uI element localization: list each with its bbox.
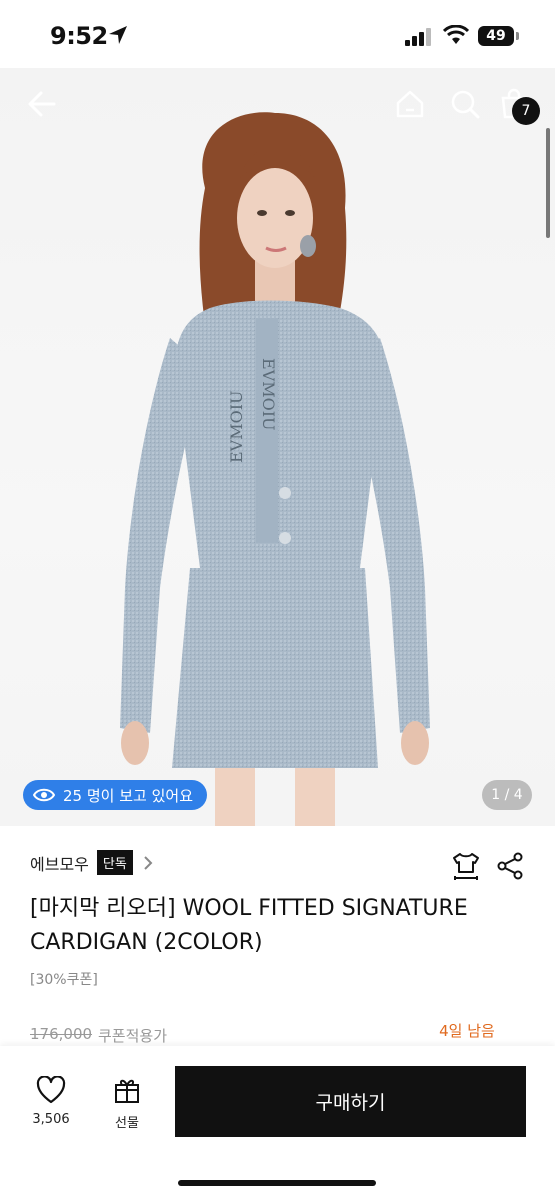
viewers-text: 25 명이 보고 있어요 xyxy=(63,786,193,805)
cart-count-badge: 7 xyxy=(512,97,540,125)
coupon-price-label: 쿠폰적용가 xyxy=(98,1027,168,1045)
brand-link[interactable]: 에브모우 단독 xyxy=(30,850,153,875)
exclusive-badge: 단독 xyxy=(96,850,133,875)
days-left-tab[interactable]: 4일 남음 xyxy=(408,1020,526,1049)
status-time: 9:52 xyxy=(50,22,108,50)
status-bar: 9:52 49 xyxy=(0,0,555,68)
battery-level: 49 xyxy=(478,26,514,46)
svg-text:EVMOIU: EVMOIU xyxy=(227,390,246,463)
model-photo: EVMOIU EVMOIU xyxy=(120,112,430,826)
original-price: 176,000 xyxy=(30,1025,93,1043)
product-image[interactable]: EVMOIU EVMOIU xyxy=(0,68,555,826)
home-indicator[interactable] xyxy=(178,1180,376,1186)
share-icon[interactable] xyxy=(496,852,524,880)
gift-icon xyxy=(115,1079,139,1103)
svg-text:EVMOIU: EVMOIU xyxy=(259,358,278,431)
brand-name[interactable]: 에브모우 xyxy=(30,851,89,875)
viewers-count-pill: 25 명이 보고 있어요 xyxy=(23,780,207,810)
location-arrow-icon xyxy=(109,26,127,44)
image-page-indicator: 1 / 4 xyxy=(482,780,532,810)
back-arrow-icon[interactable] xyxy=(26,88,58,120)
eye-icon xyxy=(33,788,55,802)
gift-button[interactable]: 선물 xyxy=(104,1076,150,1131)
like-button[interactable]: 3,506 xyxy=(26,1075,76,1127)
coupon-label: [30%쿠폰] xyxy=(30,972,98,988)
size-guide-icon[interactable] xyxy=(450,850,482,882)
product-title: [마지막 리오더] WOOL FITTED SIGNATURE CARDIGAN… xyxy=(30,896,468,955)
scrollbar[interactable] xyxy=(546,128,550,238)
cellular-signal-icon xyxy=(405,28,431,46)
search-icon[interactable] xyxy=(449,88,481,120)
battery-tip xyxy=(516,32,519,40)
buy-button[interactable]: 구매하기 xyxy=(175,1066,526,1137)
chevron-right-icon xyxy=(144,855,153,870)
wifi-icon xyxy=(443,25,469,44)
home-icon[interactable] xyxy=(394,88,426,120)
heart-icon xyxy=(36,1075,66,1104)
gift-label: 선물 xyxy=(115,1116,139,1131)
like-count: 3,506 xyxy=(32,1112,70,1127)
